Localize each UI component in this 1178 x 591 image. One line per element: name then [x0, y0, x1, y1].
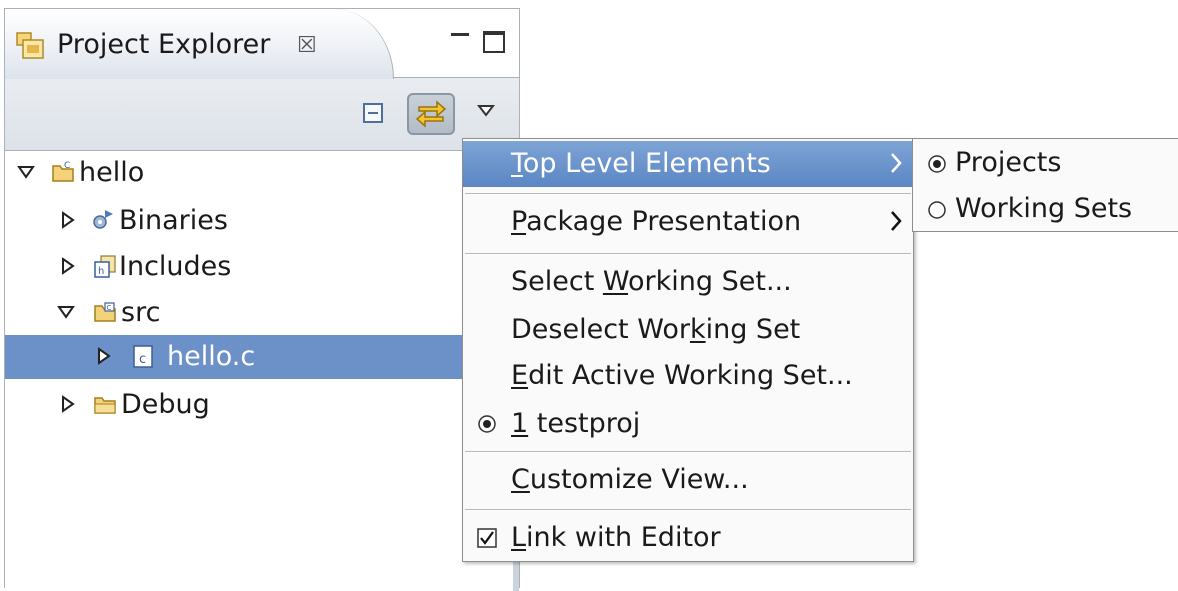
project-explorer-icon [16, 32, 44, 59]
collapsed-twisty-icon[interactable] [59, 211, 77, 229]
tree-item-src[interactable]: C src [5, 291, 519, 335]
menu-item-select-working-set[interactable]: Select Working Set... [463, 259, 913, 305]
project-explorer-view: Project Explorer ☒ C hello Binaries h In… [4, 8, 520, 591]
view-popup-menu: Top Level Elements Package Presentation … [462, 138, 914, 562]
tree-item-binaries[interactable]: Binaries [5, 199, 519, 243]
checkbox-checked-icon [477, 528, 497, 548]
menu-separator [465, 451, 911, 453]
submenu-arrow-icon [891, 211, 902, 231]
collapsed-twisty-icon[interactable] [59, 257, 77, 275]
menu-item-top-level-elements[interactable]: Top Level Elements [463, 141, 913, 187]
link-with-editor-icon [415, 100, 447, 128]
menu-item-testproj[interactable]: 1 testproj [463, 401, 913, 447]
tree-item-hello[interactable]: C hello [5, 151, 519, 195]
collapsed-twisty-icon[interactable] [59, 395, 77, 413]
source-folder-icon: C [94, 302, 116, 322]
menu-item-label: Package Presentation [511, 206, 802, 237]
view-title: Project Explorer [57, 29, 271, 60]
menu-separator [465, 193, 911, 195]
binaries-icon [93, 210, 113, 229]
menu-item-label: Top Level Elements [511, 148, 771, 179]
c-file-icon: c [133, 345, 153, 368]
view-tab-bar: Project Explorer ☒ [5, 9, 519, 79]
menu-item-edit-active-working-set[interactable]: Edit Active Working Set... [463, 353, 913, 399]
menu-item-link-with-editor[interactable]: Link with Editor [463, 515, 913, 561]
menu-item-customize-view[interactable]: Customize View... [463, 457, 913, 503]
tree-item-hello-c[interactable]: c hello.c [5, 335, 519, 379]
includes-icon: h [94, 255, 116, 278]
tree-item-label: hello.c [167, 341, 256, 372]
submenu-arrow-icon [891, 153, 902, 173]
menu-item-label: 1 testproj [511, 408, 641, 439]
minimize-button[interactable] [451, 33, 469, 39]
svg-text:h: h [98, 266, 104, 277]
tree-item-debug[interactable]: Debug [5, 383, 519, 427]
submenu-item-label: Working Sets [955, 193, 1133, 224]
top-level-elements-submenu: Projects Working Sets [912, 138, 1178, 232]
menu-item-package-presentation[interactable]: Package Presentation [463, 199, 913, 245]
expanded-twisty-icon[interactable] [57, 303, 75, 321]
svg-text:c: c [139, 352, 146, 367]
link-with-editor-button[interactable] [407, 93, 455, 135]
menu-item-deselect-working-set[interactable]: Deselect Working Set [463, 307, 913, 353]
folder-icon [94, 397, 116, 414]
radio-unselected-icon [928, 201, 946, 219]
menu-separator [465, 253, 911, 255]
expanded-twisty-icon[interactable] [17, 163, 35, 181]
menu-item-label: Link with Editor [511, 522, 721, 553]
submenu-item-label: Projects [955, 147, 1062, 178]
svg-text:C: C [64, 161, 70, 171]
collapse-all-icon[interactable] [363, 103, 383, 123]
svg-text:C: C [107, 304, 112, 312]
menu-item-label: Select Working Set... [511, 266, 792, 297]
maximize-button[interactable] [483, 31, 505, 53]
radio-selected-icon [478, 415, 496, 433]
submenu-item-working-sets[interactable]: Working Sets [913, 187, 1178, 231]
tree-item-label: hello [79, 157, 145, 188]
menu-item-label: Edit Active Working Set... [511, 360, 853, 391]
c-project-icon: C [52, 161, 74, 182]
view-menu-icon[interactable] [477, 104, 495, 118]
radio-selected-icon [928, 155, 946, 173]
collapsed-twisty-icon[interactable] [95, 347, 113, 365]
tree-item-includes[interactable]: h Includes [5, 245, 519, 289]
project-explorer-tab[interactable]: Project Explorer ☒ [5, 9, 394, 79]
submenu-item-projects[interactable]: Projects [913, 141, 1178, 185]
tree-item-label: src [121, 297, 161, 328]
menu-separator [465, 509, 911, 511]
view-toolbar [5, 77, 519, 151]
tree-item-label: Includes [119, 251, 232, 282]
close-icon[interactable]: ☒ [297, 33, 317, 58]
menu-item-label: Deselect Working Set [511, 314, 801, 345]
menu-item-label: Customize View... [511, 464, 749, 495]
tree-item-label: Binaries [119, 205, 228, 236]
tree-item-label: Debug [121, 389, 210, 420]
